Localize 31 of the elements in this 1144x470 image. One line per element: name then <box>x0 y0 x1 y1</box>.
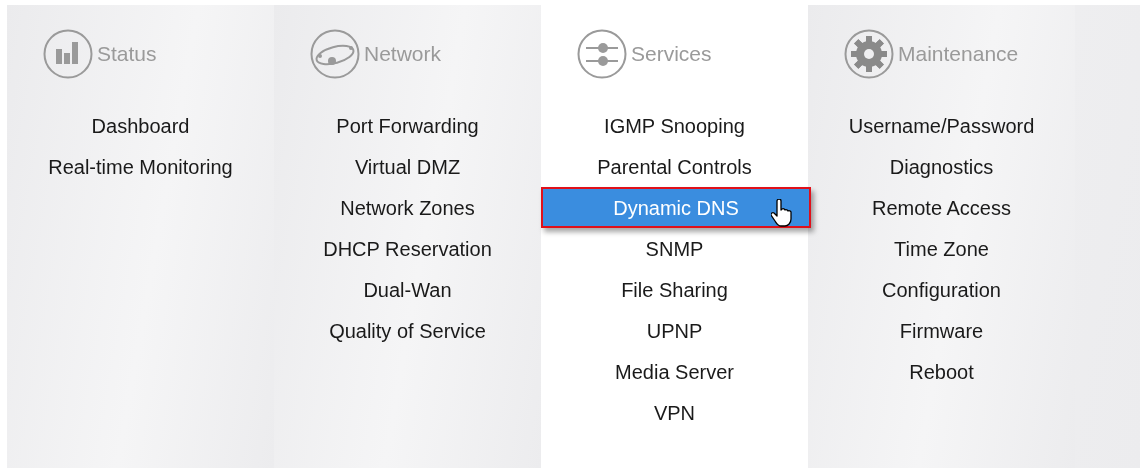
menu-item[interactable]: Network Zones <box>274 187 541 228</box>
menu-item[interactable]: VPN <box>541 392 808 433</box>
hand-cursor-icon <box>771 199 793 227</box>
menu-item[interactable]: File Sharing <box>541 269 808 310</box>
bar-chart-icon <box>43 29 93 79</box>
menu-item[interactable]: SNMP <box>541 228 808 269</box>
menu-item[interactable]: Firmware <box>808 310 1075 351</box>
menu-item[interactable]: Real-time Monitoring <box>7 146 274 187</box>
menu-item[interactable]: Configuration <box>808 269 1075 310</box>
menu-item[interactable]: Virtual DMZ <box>274 146 541 187</box>
menu-item[interactable]: Diagnostics <box>808 146 1075 187</box>
menu-item[interactable]: Quality of Service <box>274 310 541 351</box>
menu-item[interactable]: IGMP Snooping <box>541 105 808 146</box>
column-heading: Status <box>97 41 157 68</box>
menu-item[interactable]: Time Zone <box>808 228 1075 269</box>
menu-item[interactable]: DHCP Reservation <box>274 228 541 269</box>
menu-item[interactable]: Reboot <box>808 351 1075 392</box>
gear-icon <box>844 29 894 79</box>
menu-item[interactable]: Parental Controls <box>541 146 808 187</box>
column-heading: Services <box>631 41 712 68</box>
menu-item[interactable]: Port Forwarding <box>274 105 541 146</box>
column-heading: Network <box>364 41 442 68</box>
menu-item[interactable]: Username/Password <box>808 105 1075 146</box>
menu-item[interactable]: Dashboard <box>7 105 274 146</box>
menu-item[interactable]: Dual-Wan <box>274 269 541 310</box>
column-heading: Maintenance <box>898 41 1019 68</box>
menu-item[interactable]: Media Server <box>541 351 808 392</box>
orbit-icon <box>310 29 360 79</box>
menu-item[interactable]: UPNP <box>541 310 808 351</box>
sliders-icon <box>577 29 627 79</box>
menu-item[interactable]: Remote Access <box>808 187 1075 228</box>
